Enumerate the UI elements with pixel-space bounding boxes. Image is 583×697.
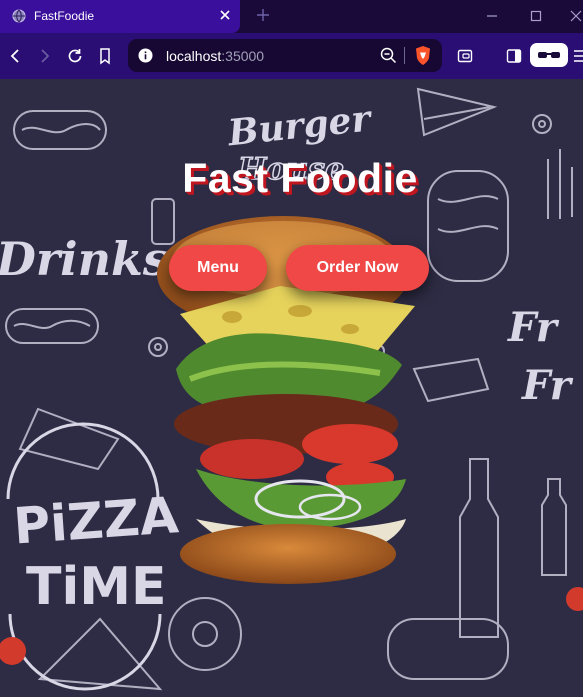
order-now-button[interactable]: Order Now <box>286 245 429 291</box>
tab-title: FastFoodie <box>34 9 95 23</box>
divider <box>404 47 405 64</box>
menu-icon[interactable] <box>572 47 583 65</box>
url-text[interactable]: localhost:35000 <box>166 48 264 64</box>
forward-icon[interactable] <box>36 47 54 65</box>
wallet-icon[interactable] <box>456 47 474 65</box>
leo-ai-button[interactable] <box>530 43 568 67</box>
zoom-icon[interactable] <box>380 47 397 64</box>
hero-section: Burger House Drinks Fr Fr PiZZA TiME Fas… <box>0 79 583 697</box>
close-window-icon[interactable] <box>568 8 583 24</box>
new-tab-icon[interactable] <box>255 7 271 23</box>
sidebar-icon[interactable] <box>505 47 523 65</box>
info-icon[interactable] <box>138 48 153 63</box>
minimize-icon[interactable] <box>484 8 500 24</box>
reload-icon[interactable] <box>66 47 84 65</box>
back-icon[interactable] <box>6 47 24 65</box>
bookmark-icon[interactable] <box>96 47 114 65</box>
menu-button[interactable]: Menu <box>169 245 267 291</box>
maximize-icon[interactable] <box>528 8 544 24</box>
globe-icon <box>12 9 26 23</box>
hero-title: Fast Foodie <box>182 155 418 201</box>
svg-text:Fr: Fr <box>507 304 560 351</box>
svg-text:PiZZA: PiZZA <box>12 486 181 555</box>
browser-tab-bar: FastFoodie <box>0 0 583 33</box>
url-host: localhost <box>166 48 222 64</box>
close-icon[interactable] <box>218 8 232 22</box>
address-bar[interactable]: localhost:35000 <box>128 39 442 72</box>
browser-toolbar: localhost:35000 <box>0 33 583 79</box>
url-port: :35000 <box>221 48 265 64</box>
svg-text:TiME: TiME <box>26 557 167 617</box>
svg-text:Fr: Fr <box>521 362 574 409</box>
brave-shields-icon[interactable] <box>414 45 432 66</box>
glasses-icon <box>538 52 560 58</box>
browser-tab[interactable]: FastFoodie <box>0 0 240 33</box>
svg-text:Drinks: Drinks <box>0 232 169 286</box>
